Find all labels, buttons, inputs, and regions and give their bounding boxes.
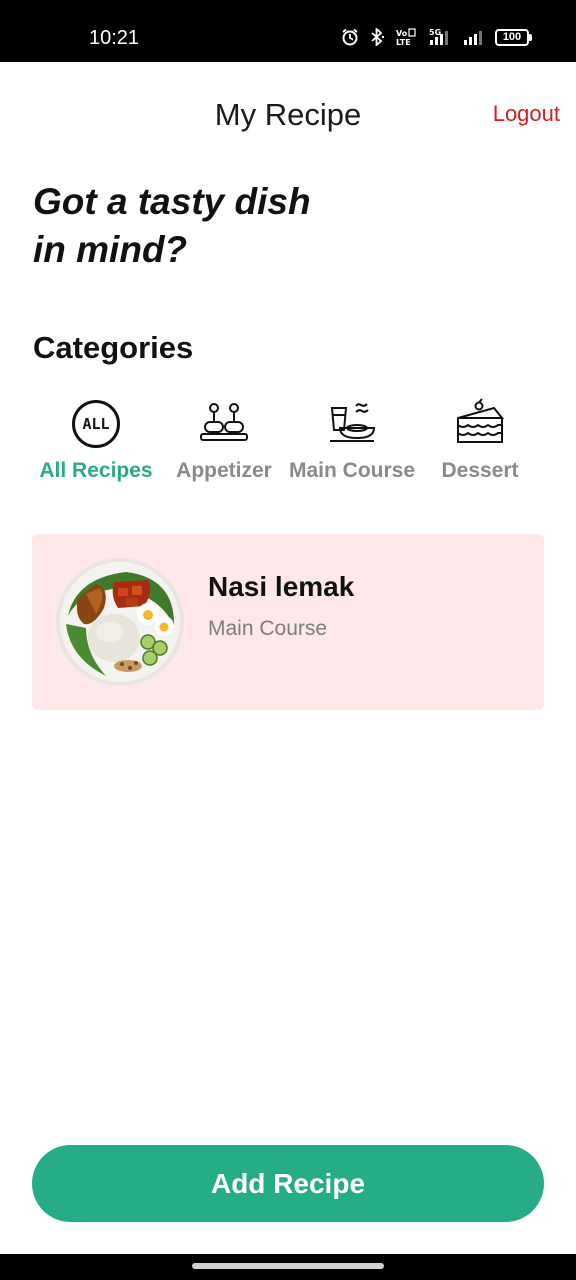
- volte-icon: Vo LTE: [396, 28, 416, 46]
- status-icons: Vo LTE 5G 100: [341, 28, 532, 46]
- recipe-photo: [56, 558, 184, 686]
- battery-icon: 100: [495, 28, 532, 46]
- home-indicator[interactable]: [192, 1263, 384, 1269]
- status-time: 10:21: [89, 27, 140, 49]
- main-course-meal-icon: [326, 398, 378, 450]
- cake-slice-icon: [454, 398, 506, 450]
- category-dessert[interactable]: Dessert: [416, 398, 544, 494]
- add-recipe-button[interactable]: Add Recipe: [32, 1145, 544, 1222]
- headline: Got a tasty dish in mind?: [33, 178, 433, 274]
- category-label: Appetizer: [176, 459, 272, 482]
- bluetooth-icon: [371, 28, 384, 46]
- all-badge-icon: ALL: [70, 398, 122, 450]
- category-label: Dessert: [441, 459, 519, 482]
- recipe-name: Nasi lemak: [208, 571, 355, 602]
- category-all-recipes[interactable]: ALL All Recipes: [32, 398, 160, 494]
- categories-title: Categories: [33, 330, 194, 365]
- svg-text:5G: 5G: [429, 28, 441, 37]
- category-appetizer[interactable]: Appetizer: [160, 398, 288, 494]
- recipe-card[interactable]: Nasi lemak Main Course: [32, 534, 544, 710]
- battery-level: 100: [495, 28, 529, 46]
- svg-text:Vo: Vo: [396, 29, 408, 38]
- headline-line-1: Got a tasty dish: [33, 181, 311, 222]
- svg-text:ALL: ALL: [82, 415, 109, 433]
- category-list: ALL All Recipes Appetizer Main Course De…: [32, 398, 544, 498]
- page-title: My Recipe: [214, 97, 362, 132]
- category-label: Main Course: [288, 459, 416, 482]
- status-bar: 10:21 Vo LTE 5G 100: [0, 0, 576, 62]
- category-label: All Recipes: [39, 459, 153, 482]
- app-header: My Recipe Logout: [0, 62, 576, 162]
- recipe-category: Main Course: [208, 617, 328, 640]
- svg-text:LTE: LTE: [396, 38, 411, 46]
- category-main-course[interactable]: Main Course: [288, 398, 416, 494]
- logout-button[interactable]: Logout: [493, 101, 560, 127]
- headline-line-2: in mind?: [33, 229, 188, 270]
- signal-5g-icon: 5G: [429, 28, 448, 45]
- system-nav-bar: [0, 1254, 576, 1280]
- alarm-icon: [342, 28, 358, 46]
- signal-icon: [464, 31, 482, 45]
- appetizer-skewer-icon: [198, 398, 250, 450]
